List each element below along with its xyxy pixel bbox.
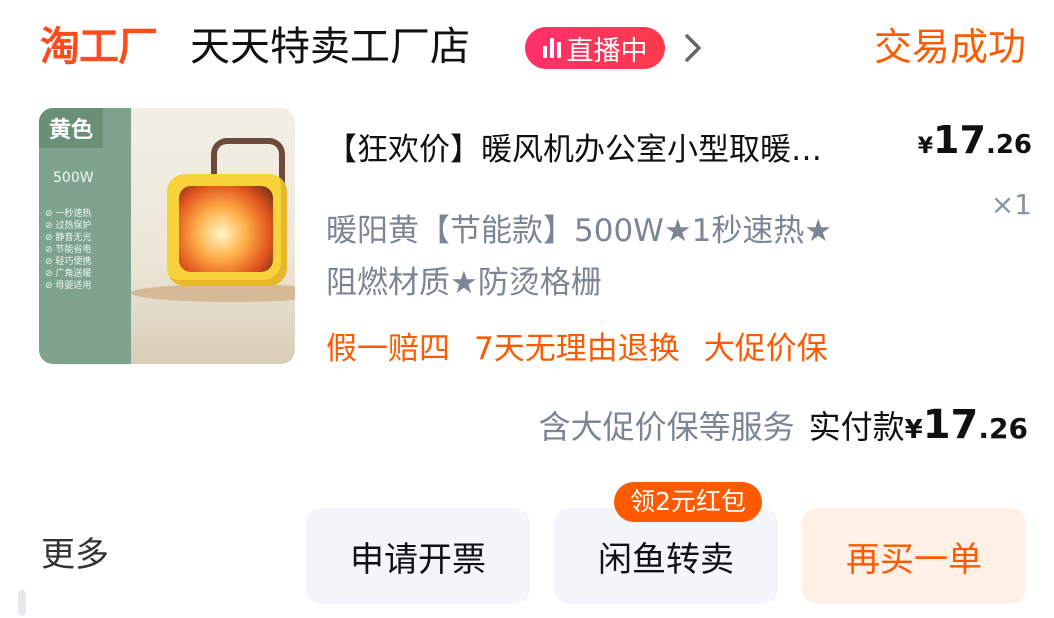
product-image-feature-list: ⊘ 一秒速热 ⊘ 过热保护 ⊘ 静音无光 ⊘ 节能省电 ⊘ 轻巧便携 ⊘ 广角送… — [45, 208, 91, 292]
product-image-feature: ⊘ 过热保护 — [45, 221, 92, 231]
product-image-color-tag: 黄色 — [39, 108, 103, 148]
order-status: 交易成功 — [873, 25, 1026, 69]
heater-grill — [179, 186, 273, 272]
live-bars-icon — [542, 38, 561, 58]
guarantee-item[interactable]: 大促价保 — [704, 326, 828, 372]
product-image-feature: ⊘ 广角送暖 — [45, 269, 92, 279]
summary-label: 实付款 — [808, 408, 905, 446]
summary-currency: ¥ — [904, 415, 923, 445]
summary-price-integer: 17 — [922, 402, 979, 448]
product-title[interactable]: 【狂欢价】暖风机办公室小型取暖… — [326, 126, 926, 174]
product-image-feature: ⊘ 母婴适用 — [45, 281, 92, 291]
buy-again-button[interactable]: 再买一单 — [802, 508, 1026, 604]
payment-summary: 含大促价保等服务 实付款 ¥17.26 — [539, 402, 1028, 448]
unit-price: ¥17.26 — [918, 118, 1032, 162]
price-integer: 17 — [933, 118, 986, 162]
product-image-watt: 500W — [53, 170, 94, 186]
coupon-badge[interactable]: 领2元红包 — [614, 482, 762, 522]
xianyu-resell-button[interactable]: 闲鱼转卖 — [554, 508, 778, 604]
price-currency: ¥ — [917, 134, 934, 159]
quantity: ×1 — [990, 188, 1032, 221]
live-badge[interactable]: 直播中 — [525, 27, 665, 69]
request-invoice-button[interactable]: 申请开票 — [306, 508, 530, 604]
product-image-feature: ⊘ 节能省电 — [45, 245, 92, 255]
product-spec-line: 阻燃材质★防烫格栅 — [326, 265, 602, 301]
price-decimal: .26 — [985, 130, 1032, 160]
chevron-right-icon[interactable] — [678, 30, 708, 66]
guarantee-item[interactable]: 7天无理由退换 — [474, 326, 680, 372]
product-image-table — [131, 284, 295, 302]
product-spec: 暖阳黄【节能款】500W★1秒速热★ 阻燃材质★防烫格栅 — [326, 205, 936, 309]
service-guarantees[interactable]: 假一赔四 7天无理由退换 大促价保 — [326, 326, 828, 372]
taogongchang-logo[interactable]: 淘工厂 — [40, 22, 158, 72]
more-button[interactable]: 更多 — [41, 530, 109, 580]
shop-name[interactable]: 天天特卖工厂店 — [190, 22, 470, 72]
product-image[interactable]: 黄色 500W ⊘ 一秒速热 ⊘ 过热保护 ⊘ 静音无光 ⊘ 节能省电 ⊘ 轻巧… — [39, 108, 295, 364]
product-image-feature: ⊘ 一秒速热 — [45, 209, 92, 219]
product-image-feature: ⊘ 轻巧便携 — [45, 257, 92, 267]
product-image-feature: ⊘ 静音无光 — [45, 233, 92, 243]
summary-note: 含大促价保等服务 — [538, 408, 795, 446]
scroll-indicator — [18, 590, 26, 616]
guarantee-item[interactable]: 假一赔四 — [326, 326, 450, 372]
summary-price-decimal: .26 — [978, 412, 1028, 445]
product-spec-line: 暖阳黄【节能款】500W★1秒速热★ — [326, 213, 833, 249]
live-badge-label: 直播中 — [566, 35, 648, 67]
